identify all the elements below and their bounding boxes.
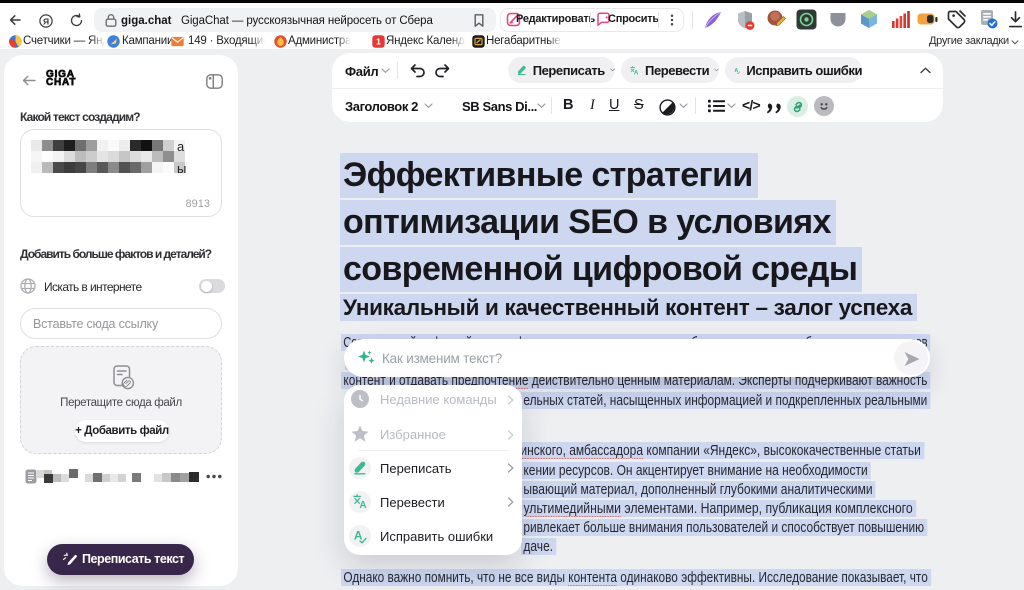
svg-text:1: 1 — [376, 37, 381, 47]
svg-text:A: A — [353, 529, 362, 543]
svg-text:Я: Я — [43, 16, 49, 26]
svg-text:A: A — [359, 500, 366, 509]
